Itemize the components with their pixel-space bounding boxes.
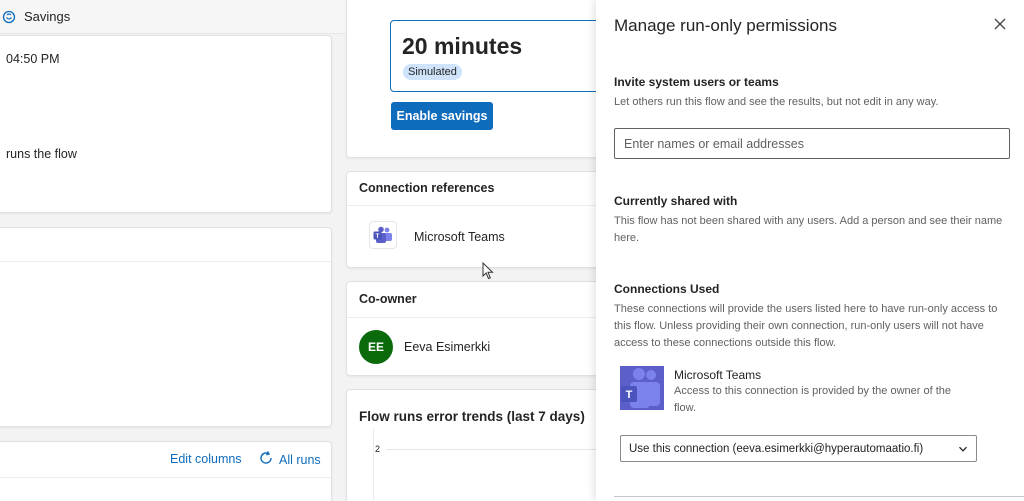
error-trends-title: Flow runs error trends (last 7 days) [359, 409, 585, 424]
run-only-permissions-panel: Manage run-only permissions Invite syste… [596, 0, 1024, 501]
connection-reference-item[interactable]: Microsoft Teams [414, 230, 505, 244]
all-runs-link[interactable]: All runs [258, 450, 321, 469]
connection-select-value: Use this connection (eeva.esimerkki@hype… [629, 442, 924, 455]
enable-savings-button[interactable]: Enable savings [391, 102, 493, 130]
svg-text:T: T [626, 389, 633, 401]
savings-icon [2, 10, 16, 24]
connections-description: These connections will provide the users… [614, 303, 998, 349]
avatar: EE [359, 330, 393, 364]
connection-description: Access to this connection is provided by… [674, 385, 951, 414]
chevron-down-icon [958, 444, 968, 454]
panel-divider [614, 496, 1024, 497]
connection-select[interactable]: Use this connection (eeva.esimerkki@hype… [620, 435, 977, 462]
mouse-cursor-icon [482, 261, 494, 280]
connection-name: Microsoft Teams [674, 368, 762, 382]
card-divider [347, 317, 597, 318]
connections-heading: Connections Used [614, 282, 720, 296]
page-title: Savings [24, 9, 71, 24]
refresh-icon [258, 450, 274, 469]
teams-icon: T [620, 366, 664, 410]
invite-description: Let others run this flow and see the res… [614, 96, 939, 108]
all-runs-label: All runs [279, 452, 321, 467]
chart-gridline [386, 449, 596, 450]
shared-description: This flow has not been shared with any u… [614, 215, 1003, 244]
chart-tick-label: 2 [375, 444, 381, 454]
simulated-badge: Simulated [403, 64, 462, 80]
card-divider [0, 261, 331, 262]
chart-axis [373, 428, 374, 501]
invite-heading: Invite system users or teams [614, 75, 779, 89]
coowner-name: Eeva Esimerkki [404, 340, 491, 354]
invite-input[interactable] [614, 128, 1010, 159]
connection-references-title: Connection references [359, 181, 495, 195]
card-divider [0, 477, 331, 478]
teams-icon: T [369, 221, 397, 249]
card-divider [347, 205, 597, 206]
coowner-title: Co-owner [359, 292, 417, 306]
edit-columns-link[interactable]: Edit columns [170, 452, 242, 466]
connections-card [0, 227, 332, 427]
owner-runs-text: runs the flow [6, 147, 77, 161]
savings-minutes: 20 minutes [402, 33, 523, 59]
svg-text:T: T [376, 234, 380, 240]
panel-title: Manage run-only permissions [614, 16, 837, 35]
error-trends-card [346, 389, 606, 501]
shared-heading: Currently shared with [614, 194, 738, 208]
close-icon[interactable] [992, 16, 1008, 32]
modified-time: 04:50 PM [6, 52, 60, 66]
